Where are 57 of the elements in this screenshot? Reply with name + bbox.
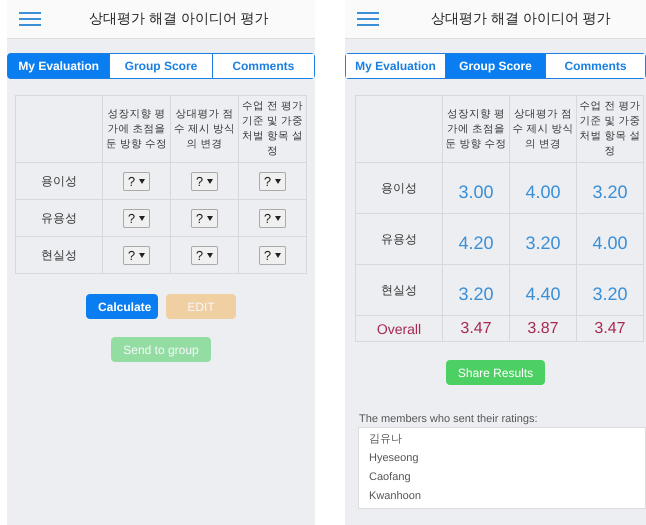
row-label: Overall <box>356 316 442 342</box>
caret-icon <box>207 178 214 184</box>
row-label: 현실성 <box>356 264 442 316</box>
score-value: 3.20 <box>592 182 628 202</box>
member-name: Caofang <box>369 470 412 485</box>
score-value: 4.00 <box>525 182 561 202</box>
caret-icon <box>139 252 146 258</box>
rating-select[interactable]: ? <box>258 246 286 264</box>
row-label: 유용성 <box>356 214 442 264</box>
member-name: Hyeseong <box>369 451 420 466</box>
menu-icon[interactable] <box>19 12 41 26</box>
column-header: 상대평가 점수 제시 방식의 변경 <box>170 96 238 162</box>
tab[interactable]: Comments <box>545 54 645 78</box>
app-title: 상대평가 해결 아이디어 평가 <box>431 10 611 28</box>
caret-icon <box>207 252 214 258</box>
overall-value: 3.47 <box>460 320 492 336</box>
rating-select[interactable]: ? <box>190 246 218 264</box>
column-header: 수업 전 평가 기준 및 가중 처벌 항목 설정 <box>576 96 644 162</box>
score-value: 3.20 <box>458 284 494 304</box>
caret-icon <box>139 216 146 220</box>
rating-select[interactable]: ? <box>258 208 286 228</box>
score-value: 3.20 <box>592 284 628 304</box>
column-header: 성장지향 평가에 초점을 둔 방향 수정 <box>442 96 510 162</box>
app-title: 상대평가 해결 아이디어 평가 <box>89 10 269 28</box>
column-header: 상대평가 점수 제시 방식의 변경 <box>510 96 576 162</box>
score-value: 4.00 <box>592 232 628 252</box>
score-value: 4.20 <box>458 232 494 252</box>
rating-select[interactable]: ? <box>122 172 150 190</box>
overall-value: 3.47 <box>594 320 626 336</box>
row-label: 용이성 <box>16 162 102 200</box>
members-label: The members who sent their ratings: <box>359 413 539 425</box>
rating-select[interactable]: ? <box>190 172 218 190</box>
tab[interactable]: My Evaluation <box>8 54 110 78</box>
caret-icon <box>275 178 282 184</box>
action-button[interactable]: Calculate <box>86 294 158 319</box>
member-name: Kwanhoon <box>369 489 422 504</box>
column-header: 성장지향 평가에 초점을 둔 방향 수정 <box>102 96 170 162</box>
score-value: 3.20 <box>525 232 561 252</box>
caret-icon <box>275 252 282 258</box>
rating-select[interactable]: ? <box>122 208 150 228</box>
tab[interactable]: Group Score <box>445 54 545 78</box>
rating-select[interactable]: ? <box>190 208 218 228</box>
caret-icon <box>275 216 282 220</box>
rating-select[interactable]: ? <box>122 246 150 264</box>
menu-icon[interactable] <box>357 12 379 26</box>
score-value: 3.00 <box>458 182 494 202</box>
member-name: 김유나 <box>369 432 403 447</box>
caret-icon <box>207 216 214 220</box>
row-label: 유용성 <box>16 200 102 236</box>
caret-icon <box>139 178 146 184</box>
row-label: 현실성 <box>16 236 102 274</box>
score-value: 4.40 <box>525 284 561 304</box>
rating-select[interactable]: ? <box>258 172 286 190</box>
overall-value: 3.87 <box>527 320 559 336</box>
row-label: 용이성 <box>356 162 442 214</box>
column-header: 수업 전 평가 기준 및 가중 처벌 항목 설정 <box>238 96 306 162</box>
tab[interactable]: Comments <box>212 54 314 78</box>
